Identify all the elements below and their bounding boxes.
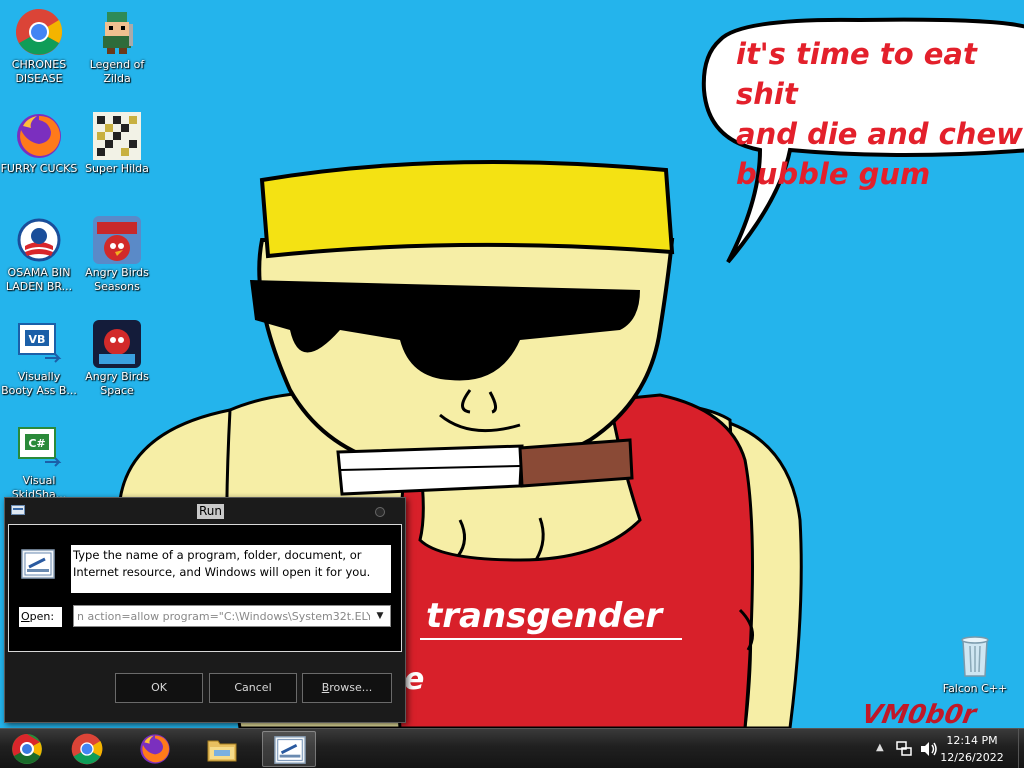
speech-bubble-text: it's time to eat shit and die and chew b…	[736, 37, 1023, 191]
desktop-icon-chrones-disease[interactable]: CHRONES DISEASE	[0, 8, 78, 86]
folder-icon	[207, 740, 237, 762]
desktop-icon-label: Angry Birds Space	[85, 370, 149, 397]
run-program-icon	[274, 736, 306, 764]
network-icon[interactable]	[896, 741, 912, 757]
clock-date: 12/26/2022	[940, 751, 1004, 764]
close-icon[interactable]	[375, 507, 385, 517]
run-dialog-title: Run	[197, 504, 225, 519]
show-desktop-button[interactable]	[1018, 729, 1024, 768]
run-dialog: Run Type the name of a program, folder, …	[4, 497, 406, 723]
svg-text:VB: VB	[29, 333, 46, 346]
artist-signature: VM0b0r	[859, 700, 979, 730]
desktop-icon-label: OSAMA BIN LADEN BR...	[5, 266, 73, 293]
run-dialog-description: Type the name of a program, folder, docu…	[71, 545, 391, 593]
clock[interactable]: 12:14 PM 12/26/2022	[932, 732, 1012, 766]
start-button[interactable]	[0, 731, 54, 767]
desktop-icon-furry-cucks[interactable]: FURRY CUCKS	[0, 112, 78, 176]
desktop-icon-label: CHRONES DISEASE	[11, 58, 67, 85]
open-label: Open:	[19, 607, 62, 627]
desktop-icon-legend-of-zilda[interactable]: Legend of Zilda	[78, 8, 156, 86]
desktop-icon-falcon-cpp[interactable]: Falcon C++	[936, 632, 1014, 696]
firefox-icon	[17, 114, 61, 158]
cancel-button[interactable]: Cancel	[209, 673, 297, 703]
run-dialog-body: Type the name of a program, folder, docu…	[8, 524, 402, 652]
clock-time: 12:14 PM	[946, 734, 998, 747]
open-label-accelerator: O	[21, 610, 30, 623]
angry-birds-seasons-icon	[93, 216, 141, 264]
system-tray: ▲ 12:14 PM 12/26/2022	[864, 729, 1024, 768]
desktop-icon-visual-skidsha[interactable]: C# Visual SkidSha...	[0, 424, 78, 502]
desktop-icon-label: FURRY CUCKS	[0, 162, 78, 175]
open-input[interactable]	[74, 606, 370, 626]
shirt-underline	[420, 638, 682, 640]
desktop-icon-angry-birds-seasons[interactable]: Angry Birds Seasons	[78, 216, 156, 294]
zelda-character-icon	[103, 12, 133, 54]
desktop-icon-angry-birds-space[interactable]: Angry Birds Space	[78, 320, 156, 398]
pixel-game-icon	[93, 112, 141, 160]
taskbar-file-explorer[interactable]	[195, 731, 249, 767]
desktop-icon-label: Angry Birds Seasons	[85, 266, 149, 293]
angry-birds-space-icon	[93, 320, 141, 368]
open-label-rest: pen:	[29, 610, 55, 623]
taskbar-firefox[interactable]	[128, 731, 182, 767]
shirt-fragment-text: e	[404, 662, 425, 697]
desktop-icon-label: Visually Booty Ass B...	[1, 370, 77, 397]
chevron-down-icon[interactable]: ▼	[372, 606, 388, 626]
run-program-icon	[21, 549, 55, 579]
shirt-text: transgender	[426, 596, 663, 636]
desktop-icon-visually-booty-ass[interactable]: VB Visually Booty Ass B...	[0, 320, 78, 398]
desktop-icon-label: Super Hilda	[85, 162, 149, 175]
desktop-icon-osama-bin-laden[interactable]: OSAMA BIN LADEN BR...	[0, 216, 78, 294]
browse-button[interactable]: Browse...	[302, 673, 392, 703]
chevron-up-icon[interactable]: ▲	[876, 742, 884, 753]
desktop-icon-label: Legend of Zilda	[89, 58, 145, 85]
chrome-icon	[71, 733, 103, 765]
ok-button[interactable]: OK	[115, 673, 203, 703]
run-window-icon	[11, 505, 25, 515]
open-combobox[interactable]: ▼	[73, 605, 391, 627]
taskbar-run[interactable]	[262, 731, 316, 767]
chrome-icon	[16, 9, 63, 55]
desktop-icon-label: Falcon C++	[942, 682, 1008, 695]
obama-logo-icon	[17, 218, 61, 262]
run-dialog-titlebar[interactable]: Run	[5, 498, 405, 524]
start-orb-icon	[12, 734, 42, 764]
svg-text:C#: C#	[28, 437, 45, 450]
taskbar-chrome[interactable]	[60, 731, 114, 767]
taskbar: ▲ 12:14 PM 12/26/2022	[0, 728, 1024, 768]
visual-csharp-icon: C#	[18, 427, 62, 467]
browse-label-rest: rowse...	[329, 681, 373, 694]
recycle-bin-icon	[961, 636, 989, 677]
firefox-icon	[140, 734, 170, 764]
visual-basic-icon: VB	[18, 323, 62, 363]
desktop-icon-super-hilda[interactable]: Super Hilda	[78, 112, 156, 176]
